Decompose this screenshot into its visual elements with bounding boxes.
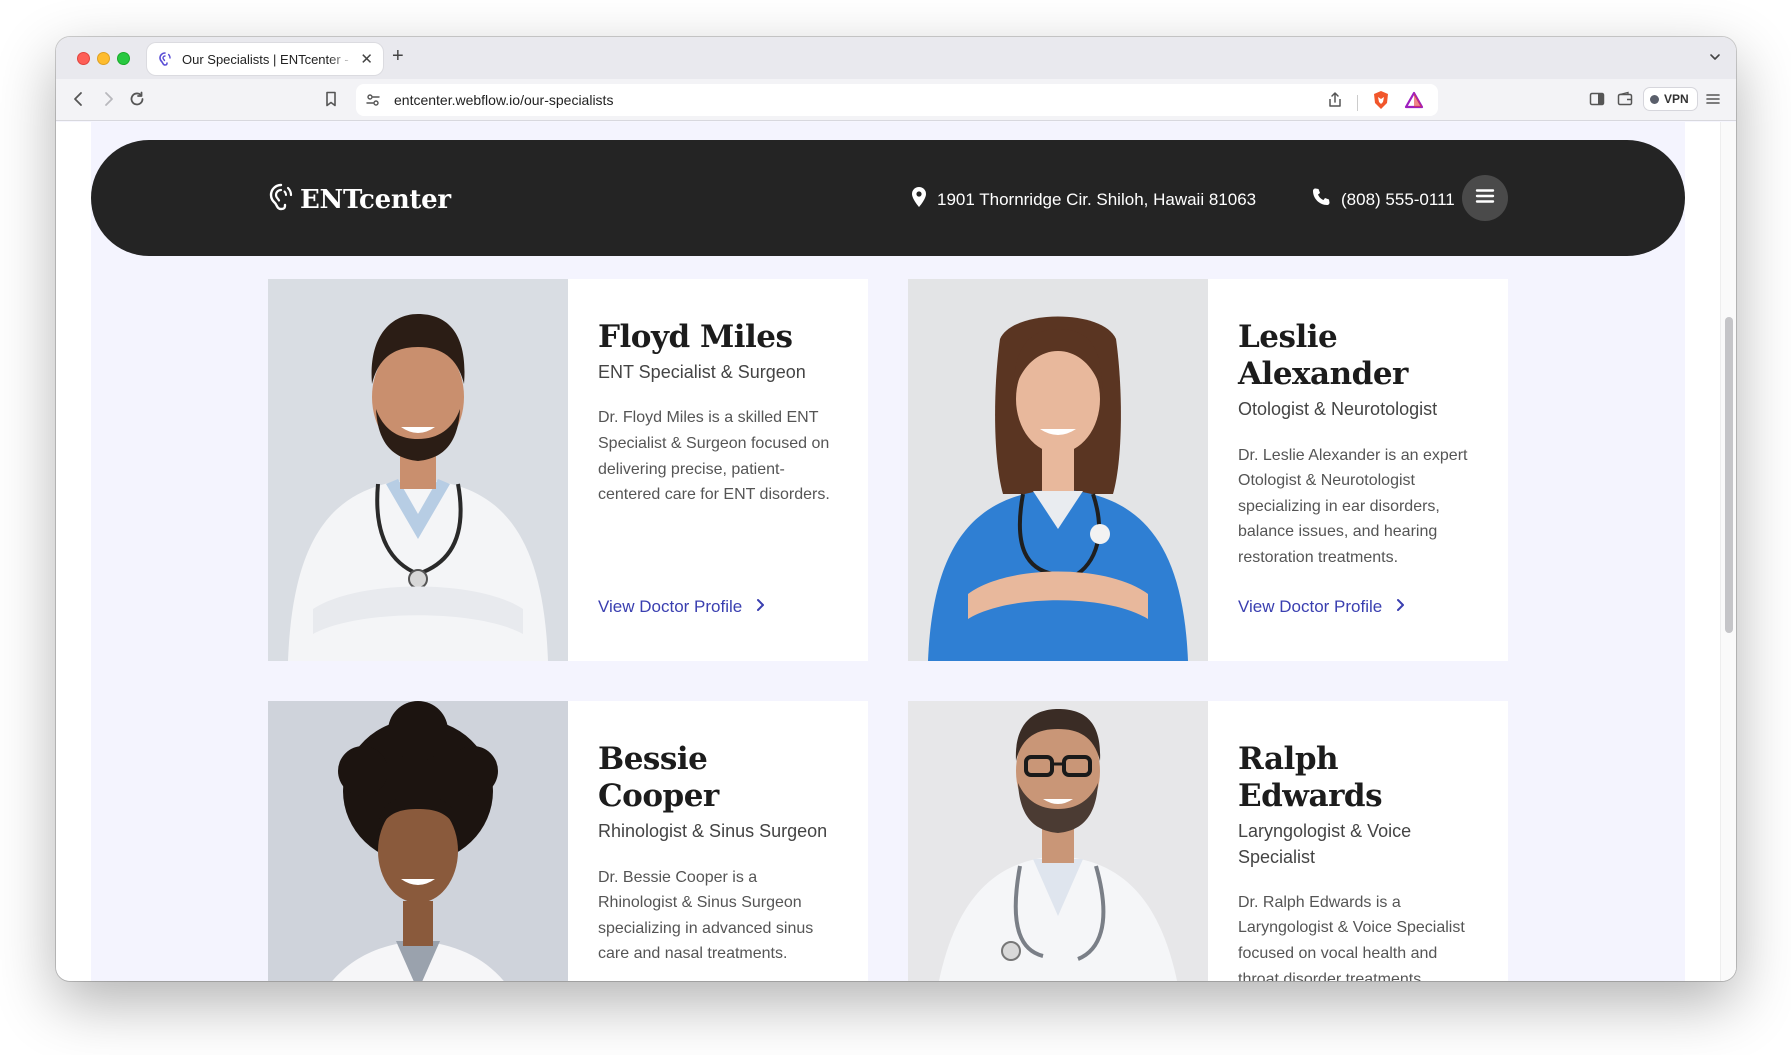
tab-strip: Our Specialists | ENTcenter - ✕ + <box>56 37 1736 79</box>
header-phone[interactable]: (808) 555-0111 <box>1311 187 1455 212</box>
vpn-button[interactable]: VPN <box>1643 87 1698 111</box>
doctor-role: Laryngologist & Voice Specialist <box>1238 821 1412 867</box>
brave-rewards-icon[interactable] <box>1404 91 1424 114</box>
doctor-photo <box>268 279 568 661</box>
doctor-role: ENT Specialist & Surgeon <box>598 362 806 383</box>
tab-our-specialists[interactable]: Our Specialists | ENTcenter - ✕ <box>147 43 383 75</box>
map-pin-icon <box>911 187 927 212</box>
doctor-name: Floyd Miles <box>598 319 793 355</box>
hamburger-menu-button[interactable] <box>1462 175 1508 221</box>
doctor-bio: Dr. Leslie Alexander is an expert Otolog… <box>1238 446 1468 566</box>
brave-shield-icon[interactable] <box>1372 90 1390 115</box>
view-doctor-profile-link[interactable]: View Doctor Profile <box>598 597 766 617</box>
close-window-button[interactable] <box>77 52 90 65</box>
minimize-window-button[interactable] <box>97 52 110 65</box>
forward-icon[interactable] <box>99 90 117 108</box>
doctor-bio: Dr. Ralph Edwards is a Laryngologist & V… <box>1238 893 1465 981</box>
link-label: View Doctor Profile <box>598 597 743 616</box>
bookmark-icon[interactable] <box>322 90 340 108</box>
chevron-down-icon[interactable] <box>1708 50 1722 69</box>
logo-text: ENTcenter <box>300 184 451 215</box>
doctor-portrait-image <box>908 279 1208 661</box>
vpn-label: VPN <box>1664 92 1689 106</box>
browser-toolbar: entcenter.webflow.io/our-specialists VPN <box>56 79 1736 121</box>
doctor-portrait-image <box>268 701 568 981</box>
menu-icon[interactable] <box>1704 90 1722 108</box>
reload-icon[interactable] <box>128 90 146 108</box>
doctor-name: Ralph Edwards <box>1238 741 1383 815</box>
scrollbar-thumb[interactable] <box>1725 317 1733 633</box>
header-address: 1901 Thornridge Cir. Shiloh, Hawaii 8106… <box>911 187 1256 212</box>
phone-text: (808) 555-0111 <box>1341 189 1455 209</box>
doctor-name: Leslie Alexander <box>1238 319 1408 393</box>
doctor-card: Bessie Cooper Rhinologist & Sinus Surgeo… <box>268 701 868 981</box>
doctor-name: Bessie Cooper <box>598 741 719 815</box>
tab-title: Our Specialists | ENTcenter - <box>182 51 349 67</box>
new-tab-icon[interactable]: + <box>392 46 404 66</box>
wallet-icon[interactable] <box>1616 90 1634 108</box>
doctor-photo <box>908 279 1208 661</box>
doctor-bio: Dr. Floyd Miles is a skilled ENT Special… <box>598 409 830 504</box>
url-text[interactable]: entcenter.webflow.io/our-specialists <box>394 92 613 108</box>
doctor-role: Rhinologist & Sinus Surgeon <box>598 821 828 842</box>
page-viewport: ENTcenter 1901 Thornridge Cir. Shiloh, H… <box>56 122 1736 981</box>
maximize-window-button[interactable] <box>117 52 130 65</box>
site-info-icon[interactable] <box>365 92 381 108</box>
vpn-status-icon <box>1650 94 1659 104</box>
page-scrollbar[interactable] <box>1720 122 1736 981</box>
site-logo[interactable]: ENTcenter <box>268 182 451 217</box>
doctor-portrait-image <box>268 279 568 661</box>
doctor-info: Floyd Miles ENT Specialist & Surgeon Dr.… <box>568 279 868 661</box>
doctor-bio: Dr. Bessie Cooper is a Rhinologist & Sin… <box>598 868 814 963</box>
divider <box>1357 94 1358 111</box>
close-tab-icon[interactable]: ✕ <box>360 52 373 67</box>
ear-logo-icon <box>157 51 173 67</box>
ear-logo-icon <box>268 182 294 217</box>
link-label: View Doctor Profile <box>1238 597 1383 616</box>
view-doctor-profile-link[interactable]: View Doctor Profile <box>1238 597 1406 617</box>
chevron-right-icon <box>756 597 766 617</box>
phone-icon <box>1311 187 1331 212</box>
doctor-portrait-image <box>908 701 1208 981</box>
address-bar[interactable]: entcenter.webflow.io/our-specialists <box>356 84 1438 116</box>
doctor-photo <box>268 701 568 981</box>
doctor-info: Ralph Edwards Laryngologist & Voice Spec… <box>1208 701 1508 981</box>
doctor-card: Leslie Alexander Otologist & Neurotologi… <box>908 279 1508 661</box>
sidebar-icon[interactable] <box>1588 90 1606 108</box>
address-text: 1901 Thornridge Cir. Shiloh, Hawaii 8106… <box>937 189 1257 209</box>
browser-window: Our Specialists | ENTcenter - ✕ + entcen… <box>56 37 1736 981</box>
doctor-info: Leslie Alexander Otologist & Neurotologi… <box>1208 279 1508 661</box>
back-icon[interactable] <box>70 90 88 108</box>
doctor-photo <box>908 701 1208 981</box>
doctor-info: Bessie Cooper Rhinologist & Sinus Surgeo… <box>568 701 868 981</box>
share-icon[interactable] <box>1327 91 1343 114</box>
doctor-role: Otologist & Neurotologist <box>1238 399 1438 420</box>
site-header: ENTcenter 1901 Thornridge Cir. Shiloh, H… <box>91 140 1685 256</box>
chevron-right-icon <box>1396 597 1406 617</box>
doctor-card: Ralph Edwards Laryngologist & Voice Spec… <box>908 701 1508 981</box>
hamburger-icon <box>1475 188 1495 209</box>
doctor-card: Floyd Miles ENT Specialist & Surgeon Dr.… <box>268 279 868 661</box>
